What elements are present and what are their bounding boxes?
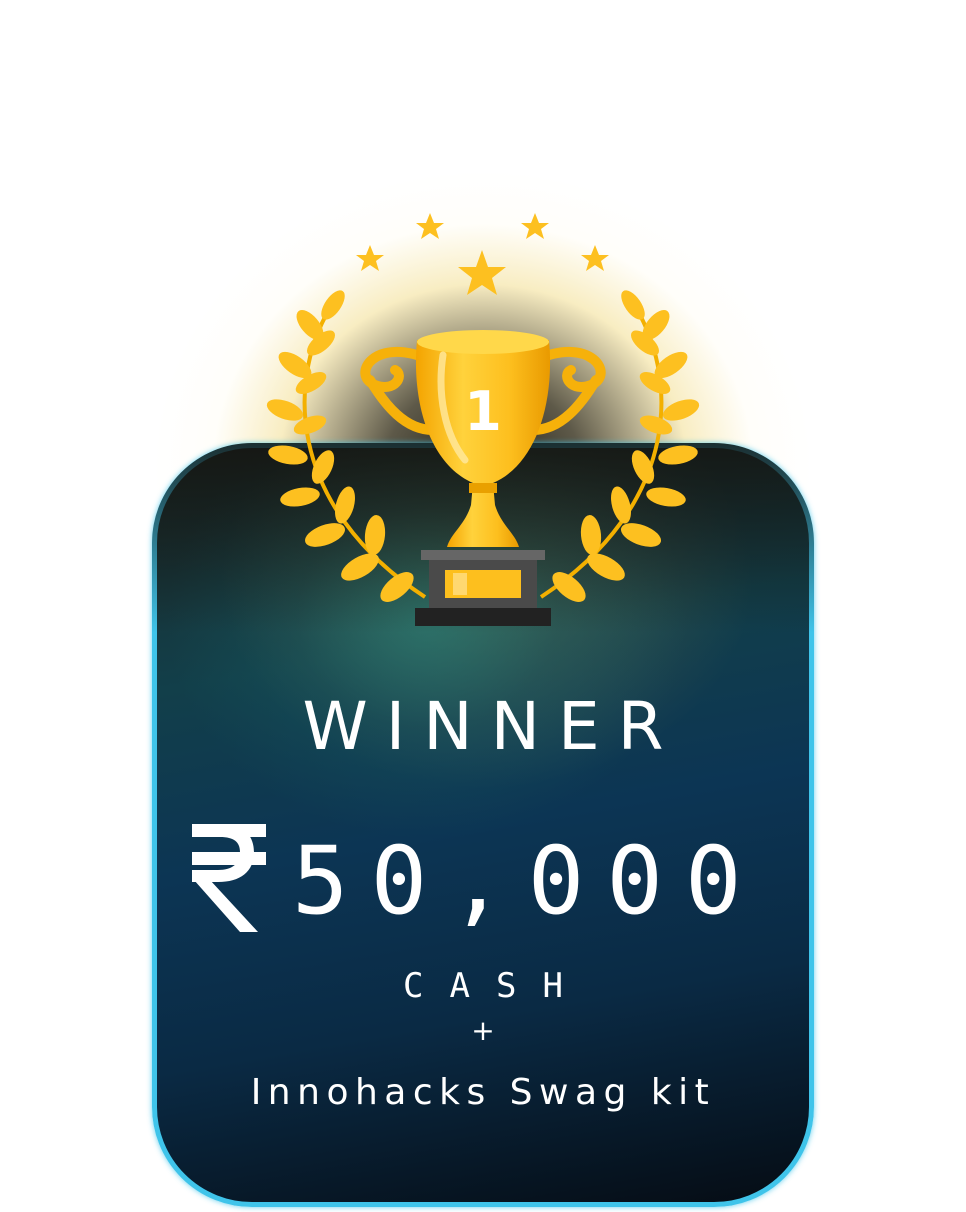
swag-kit-label: Innohacks Swag kit — [250, 1072, 716, 1113]
laurel-wreath-icon — [266, 290, 427, 602]
laurel-wreath-icon — [539, 290, 700, 602]
prize-amount-row: 50,000 — [188, 820, 788, 940]
trophy-icon: 1 — [266, 213, 700, 626]
star-icon — [356, 213, 609, 295]
rank-number: 1 — [464, 380, 502, 443]
prize-title: WINNER — [302, 688, 682, 765]
rupee-icon — [192, 824, 266, 932]
plus-sign: + — [471, 1014, 495, 1047]
prize-type: CASH — [403, 966, 589, 1006]
prize-amount: 50,000 — [292, 827, 764, 936]
